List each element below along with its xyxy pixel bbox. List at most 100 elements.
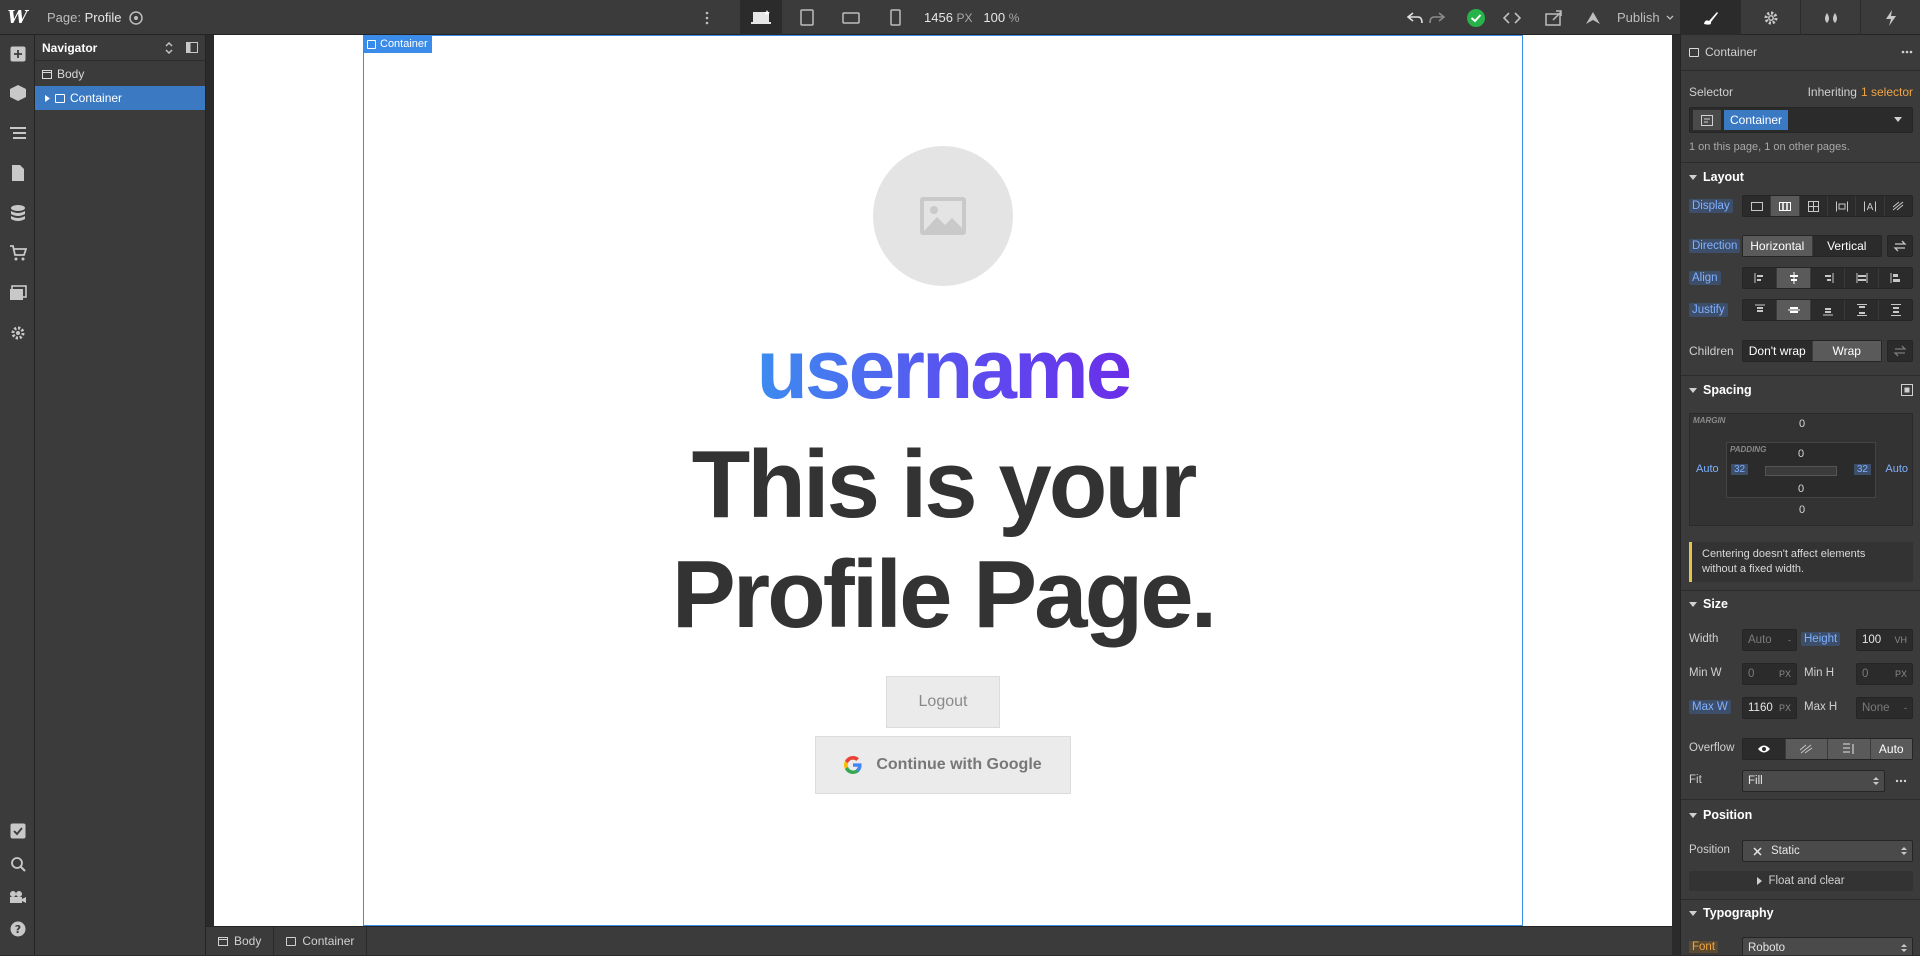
display-flex-icon[interactable]	[1771, 196, 1800, 216]
padding-left-value[interactable]: 32	[1731, 464, 1749, 475]
display-none-icon[interactable]	[1885, 196, 1912, 216]
reverse-wrap-icon[interactable]	[1887, 340, 1913, 362]
google-signin-button[interactable]: Continue with Google	[815, 736, 1071, 794]
site-status-check-icon[interactable]	[1460, 0, 1492, 35]
align-stretch-icon[interactable]	[1845, 268, 1879, 288]
position-select[interactable]: Static	[1742, 840, 1913, 862]
collapse-triangle-icon	[1689, 174, 1697, 180]
more-vertical-icon[interactable]	[697, 0, 717, 35]
max-width-input[interactable]: 1160 PX	[1742, 697, 1797, 719]
webflow-logo[interactable]: W	[0, 0, 35, 35]
padding-bottom-value[interactable]: 0	[1727, 483, 1875, 495]
overflow-auto-option[interactable]: Auto	[1870, 739, 1912, 759]
direction-horizontal[interactable]: Horizontal	[1743, 236, 1813, 256]
fit-select[interactable]: Fill	[1742, 770, 1885, 792]
margin-left-value[interactable]: Auto	[1696, 463, 1719, 475]
chevron-down-icon[interactable]	[1893, 117, 1903, 123]
collapse-triangle-icon	[1689, 910, 1697, 916]
more-horizontal-icon[interactable]	[1895, 779, 1907, 783]
tablet-breakpoint-icon[interactable]	[786, 0, 828, 35]
desktop-breakpoint-icon[interactable]	[740, 0, 782, 35]
preview-icon[interactable]	[120, 0, 152, 35]
font-select[interactable]: Roboto	[1742, 937, 1913, 955]
interactions-tab[interactable]	[1860, 0, 1920, 35]
min-width-input[interactable]: 0 PX	[1742, 663, 1797, 685]
dont-wrap-option[interactable]: Don't wrap	[1743, 341, 1813, 361]
ecommerce-cart-icon[interactable]	[0, 233, 35, 273]
max-height-input[interactable]: None -	[1856, 697, 1913, 719]
inheriting-selector-link[interactable]: 1 selector	[1861, 85, 1913, 99]
cms-icon[interactable]	[0, 193, 35, 233]
margin-right-value[interactable]: Auto	[1885, 463, 1908, 475]
style-panel-tab[interactable]	[1680, 0, 1740, 35]
more-horizontal-icon[interactable]	[1901, 50, 1913, 54]
close-x-icon	[1753, 846, 1762, 856]
breadcrumb-item-body[interactable]: Body	[206, 926, 275, 956]
video-tutorials-icon[interactable]	[0, 881, 35, 913]
layout-section-header[interactable]: Layout	[1681, 170, 1920, 184]
selected-element-tag[interactable]: Container	[363, 35, 432, 53]
wrap-option[interactable]: Wrap	[1812, 341, 1881, 361]
mobile-landscape-icon[interactable]	[830, 0, 872, 35]
selector-chip[interactable]: Container	[1724, 110, 1789, 130]
align-start-icon[interactable]	[1743, 268, 1777, 288]
overflow-visible-eye-icon[interactable]	[1743, 739, 1786, 759]
typography-section-header[interactable]: Typography	[1681, 906, 1920, 920]
pages-icon[interactable]	[0, 153, 35, 193]
justify-end-icon[interactable]	[1811, 300, 1845, 320]
navigator-item-container[interactable]: Container	[35, 86, 205, 110]
justify-space-around-icon[interactable]	[1879, 300, 1912, 320]
padding-top-value[interactable]: 0	[1727, 448, 1875, 460]
profile-avatar[interactable]	[873, 146, 1013, 286]
navigator-item-body[interactable]: Body	[35, 62, 205, 86]
display-grid-icon[interactable]	[1800, 196, 1828, 216]
min-height-input[interactable]: 0 PX	[1856, 663, 1913, 685]
breadcrumb-item-container[interactable]: Container	[274, 926, 368, 956]
add-element-icon[interactable]	[0, 35, 35, 73]
settings-panel-tab[interactable]	[1740, 0, 1800, 35]
float-and-clear-toggle[interactable]: Float and clear	[1689, 871, 1913, 891]
help-icon[interactable]: ?	[0, 913, 35, 945]
overflow-hidden-icon[interactable]	[1785, 739, 1828, 759]
display-inline-block-icon[interactable]	[1828, 196, 1857, 216]
settings-gear-icon[interactable]	[0, 313, 35, 353]
selector-field[interactable]: Container	[1689, 107, 1913, 133]
padding-right-value[interactable]: 32	[1853, 464, 1871, 475]
margin-top-value[interactable]: 0	[1690, 418, 1914, 430]
publish-button[interactable]: Publish	[1585, 0, 1674, 35]
redo-icon[interactable]	[1426, 0, 1448, 35]
position-section-header[interactable]: Position	[1681, 808, 1920, 822]
height-input[interactable]: 100 VH	[1856, 629, 1913, 651]
mobile-portrait-icon[interactable]	[874, 0, 916, 35]
overflow-scroll-icon[interactable]	[1828, 739, 1871, 759]
width-input[interactable]: Auto -	[1742, 629, 1797, 651]
page-selector[interactable]: Page: Profile	[47, 10, 121, 25]
dock-panel-icon[interactable]	[186, 42, 198, 53]
justify-start-icon[interactable]	[1743, 300, 1777, 320]
justify-space-between-icon[interactable]	[1845, 300, 1879, 320]
symbols-icon[interactable]	[0, 73, 35, 113]
direction-vertical[interactable]: Vertical	[1812, 236, 1881, 256]
align-end-icon[interactable]	[1811, 268, 1845, 288]
selector-type-icon[interactable]	[1693, 110, 1721, 130]
audit-checkbox-icon[interactable]	[0, 815, 35, 847]
export-icon[interactable]	[1538, 0, 1570, 35]
navigator-icon[interactable]	[0, 113, 35, 153]
search-icon[interactable]	[0, 847, 35, 881]
display-block-icon[interactable]	[1743, 196, 1772, 216]
style-manager-tab[interactable]	[1800, 0, 1860, 35]
logout-button[interactable]: Logout	[886, 676, 1000, 728]
undo-icon[interactable]	[1404, 0, 1426, 35]
align-center-icon[interactable]	[1777, 268, 1811, 288]
spacing-section-header[interactable]: Spacing	[1681, 383, 1920, 397]
assets-icon[interactable]	[0, 273, 35, 313]
display-inline-icon[interactable]: A	[1856, 196, 1885, 216]
margin-bottom-value[interactable]: 0	[1690, 504, 1914, 516]
align-baseline-icon[interactable]	[1879, 268, 1912, 288]
code-icon[interactable]	[1496, 0, 1528, 35]
expand-collapse-icon[interactable]	[164, 41, 174, 54]
reverse-direction-icon[interactable]	[1887, 235, 1913, 257]
spacing-mode-icon[interactable]	[1901, 384, 1913, 396]
size-section-header[interactable]: Size	[1681, 597, 1920, 611]
justify-center-icon[interactable]	[1777, 300, 1811, 320]
